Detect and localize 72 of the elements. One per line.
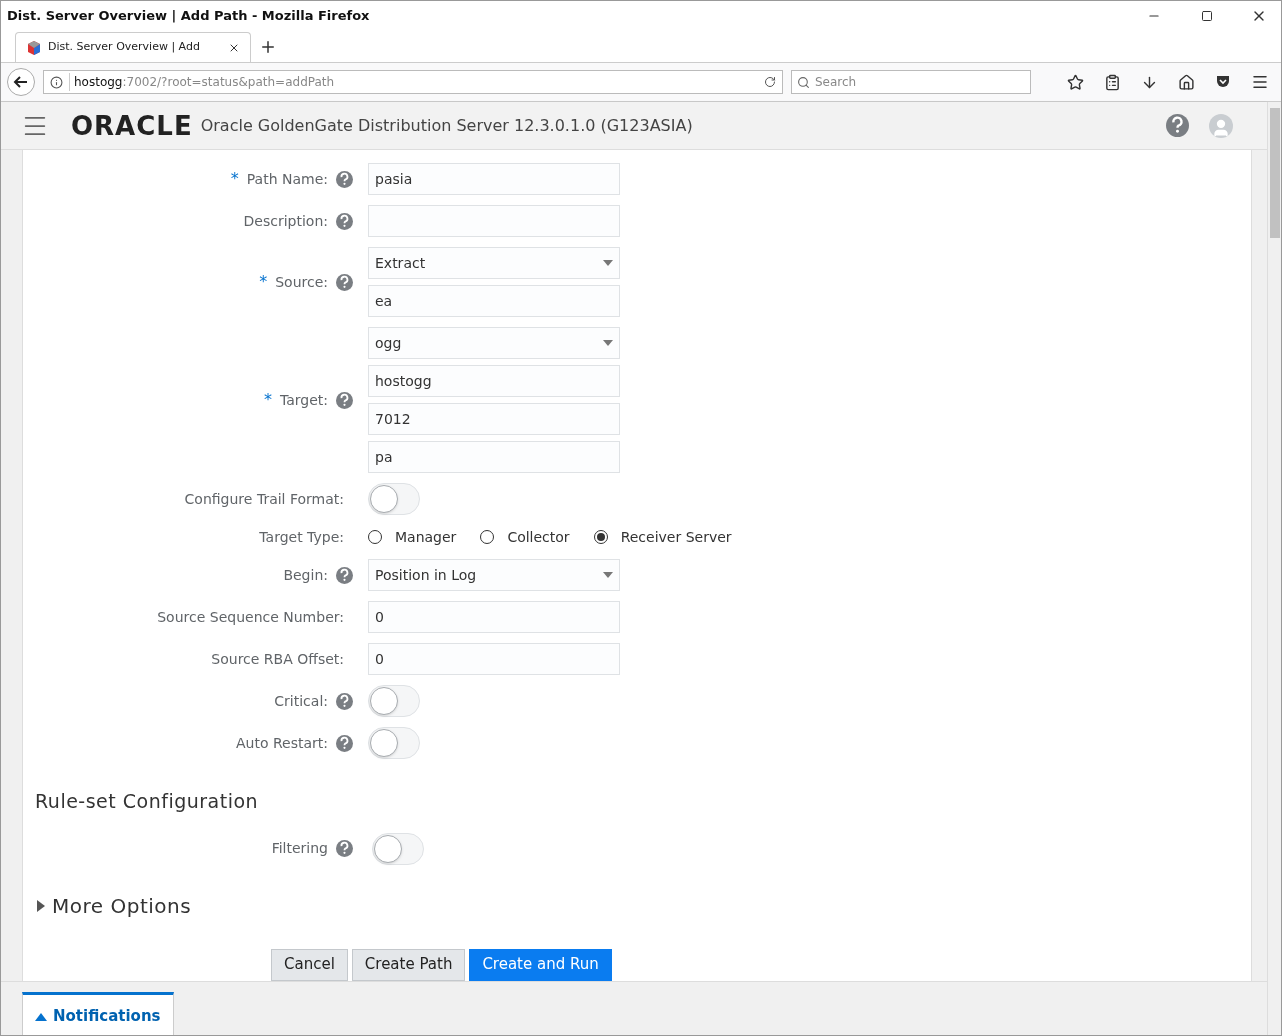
maximize-icon[interactable]	[1201, 10, 1213, 22]
input-field[interactable]: 7012	[368, 403, 620, 435]
help-icon[interactable]	[336, 212, 353, 230]
field-label: Source RBA Offset:	[211, 649, 344, 669]
field-label: Target Type:	[259, 527, 344, 547]
browser-tab[interactable]: Dist. Server Overview | Add	[15, 32, 251, 62]
help-icon[interactable]	[336, 273, 353, 291]
notifications-tab[interactable]: Notifications	[22, 991, 174, 1035]
input-field[interactable]: 0	[368, 643, 620, 675]
input-field[interactable]: ea	[368, 285, 620, 317]
action-button[interactable]: Create and Run	[469, 948, 612, 981]
window-title: Dist. Server Overview | Add Path - Mozilla Firefox	[7, 7, 371, 26]
field-label: Configure Trail Format:	[184, 489, 344, 509]
help-icon[interactable]	[336, 170, 353, 188]
field-label: Path Name:	[246, 169, 328, 189]
input-field[interactable]: hostogg	[368, 365, 620, 397]
url-text: hostogg:7002/?root=status&path=addPath	[69, 73, 758, 91]
field-label: Filtering	[271, 839, 328, 858]
toggle-switch[interactable]	[372, 832, 424, 865]
field-label: Critical:	[274, 691, 328, 711]
radio-option[interactable]: Receiver Server	[593, 526, 732, 548]
help-icon[interactable]	[336, 566, 353, 584]
search-field[interactable]: Search	[791, 70, 1031, 94]
oracle-logo: ORACLE	[71, 112, 193, 139]
input-field[interactable]: pa	[368, 441, 620, 473]
toggle-switch[interactable]	[368, 685, 420, 717]
radio-option[interactable]: Collector	[480, 526, 570, 548]
input-field[interactable]	[368, 205, 620, 237]
scrollbar[interactable]	[1267, 102, 1281, 1035]
help-icon[interactable]	[336, 840, 353, 857]
action-button[interactable]: Cancel	[271, 948, 348, 981]
dropdown-field[interactable]: Extract	[368, 247, 620, 279]
help-icon[interactable]	[1166, 114, 1189, 137]
section-heading: Rule-set Configuration	[35, 789, 260, 814]
back-icon[interactable]	[7, 68, 35, 96]
dropdown-field[interactable]: Position in Log	[368, 559, 620, 591]
caret-icon	[603, 340, 613, 346]
clipboard-icon[interactable]	[1104, 73, 1121, 91]
cube-icon	[26, 39, 42, 56]
dropdown-field[interactable]: ogg	[368, 327, 620, 359]
action-button[interactable]: Create Path	[351, 948, 466, 981]
shield-icon[interactable]	[1215, 74, 1231, 90]
field-label: Source:	[275, 272, 328, 292]
field-label: Begin:	[283, 565, 328, 585]
required-marker: *	[230, 171, 239, 187]
app-title: Oracle GoldenGate Distribution Server 12.3.0.1.0 (G123ASIA)	[200, 114, 694, 137]
field-label: Target:	[279, 390, 328, 410]
input-field[interactable]: pasia	[368, 163, 620, 195]
info-icon	[50, 75, 63, 89]
new-tab-icon[interactable]	[259, 38, 277, 56]
reload-icon[interactable]	[764, 76, 776, 88]
bookmark-star-icon[interactable]	[1067, 73, 1084, 91]
help-icon[interactable]	[336, 692, 353, 710]
search-icon	[797, 75, 810, 89]
tab-title: Dist. Server Overview | Add	[48, 39, 201, 56]
toggle-switch[interactable]	[368, 483, 420, 515]
address-bar[interactable]: hostogg:7002/?root=status&path=addPath	[43, 70, 783, 94]
caret-icon	[603, 572, 613, 578]
required-marker: *	[263, 392, 272, 408]
toggle-switch[interactable]	[368, 727, 420, 759]
field-label: Source Sequence Number:	[157, 607, 344, 627]
menu-icon[interactable]	[1251, 73, 1269, 91]
field-label: Description:	[243, 211, 328, 231]
more-options-toggle[interactable]: More Options	[37, 890, 192, 921]
caret-icon	[603, 260, 613, 266]
home-icon[interactable]	[1178, 73, 1195, 91]
required-marker: *	[259, 274, 268, 290]
input-field[interactable]: 0	[368, 601, 620, 633]
field-label: Auto Restart:	[236, 733, 328, 753]
help-icon[interactable]	[336, 734, 353, 752]
radio-option[interactable]: Manager	[368, 526, 457, 548]
help-icon[interactable]	[336, 391, 353, 409]
